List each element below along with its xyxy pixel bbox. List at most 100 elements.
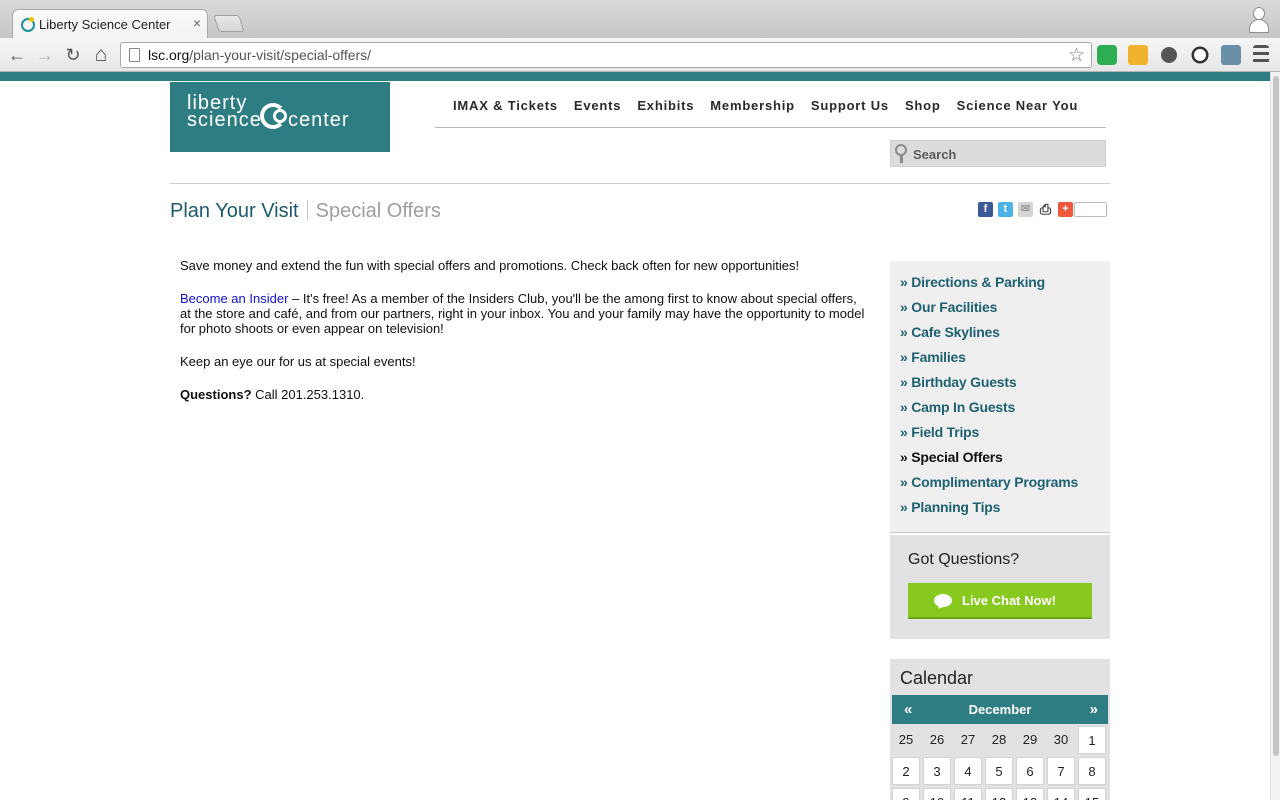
- page-scrollbar[interactable]: [1270, 72, 1280, 800]
- nav-shop[interactable]: Shop: [905, 98, 941, 113]
- forward-button[interactable]: →: [34, 44, 56, 66]
- calendar-day[interactable]: 14: [1047, 788, 1075, 800]
- addthis-share-icon[interactable]: +: [1058, 202, 1073, 217]
- chat-bubble-icon: [934, 594, 952, 607]
- url-host: lsc.org: [148, 47, 190, 63]
- page-icon: [129, 48, 140, 62]
- site-logo[interactable]: liberty science center: [170, 82, 390, 152]
- new-tab-button[interactable]: [213, 15, 245, 32]
- extension-green-icon[interactable]: [1097, 45, 1117, 65]
- url-path: /plan-your-visit/special-offers/: [189, 47, 372, 63]
- sidebar-item-birthday-guests[interactable]: » Birthday Guests: [900, 373, 1110, 398]
- calendar-widget: Calendar « December » 25 26 27 28 29 30 1 2 3 4 5 6…: [890, 659, 1110, 800]
- browser-tab[interactable]: Liberty Science Center ×: [12, 9, 208, 39]
- nav-science-near-you[interactable]: Science Near You: [957, 98, 1078, 113]
- home-button[interactable]: ⌂: [90, 44, 112, 66]
- twitter-share-icon[interactable]: t: [998, 202, 1013, 217]
- reload-button[interactable]: ↻: [62, 44, 84, 66]
- sidebar-item-directions-parking[interactable]: » Directions & Parking: [900, 273, 1110, 298]
- calendar-day[interactable]: 28: [985, 726, 1013, 754]
- breadcrumb-section-link[interactable]: Plan Your Visit: [170, 200, 299, 222]
- extension-circle-icon[interactable]: [1191, 46, 1209, 64]
- sidebar-item-families[interactable]: » Families: [900, 348, 1110, 373]
- facebook-share-icon[interactable]: f: [978, 202, 993, 217]
- logo-word-science: science: [187, 109, 262, 131]
- tab-title: Liberty Science Center: [39, 17, 171, 32]
- calendar-day[interactable]: 27: [954, 726, 982, 754]
- url-text: lsc.org/plan-your-visit/special-offers/: [148, 47, 371, 63]
- logo-inner-ring-icon: [273, 109, 287, 123]
- calendar-day[interactable]: 25: [892, 726, 920, 754]
- search-box: [890, 140, 1106, 167]
- calendar-day[interactable]: 12: [985, 788, 1013, 800]
- intro-paragraph: Save money and extend the fun with speci…: [180, 258, 800, 273]
- back-button[interactable]: ←: [6, 44, 28, 66]
- scrollbar-thumb[interactable]: [1273, 76, 1279, 756]
- email-share-icon[interactable]: ✉: [1018, 202, 1033, 217]
- sidebar-item-planning-tips[interactable]: » Planning Tips: [900, 498, 1110, 523]
- calendar-day[interactable]: 4: [954, 757, 982, 785]
- sidebar-item-camp-in-guests[interactable]: » Camp In Guests: [900, 398, 1110, 423]
- breadcrumb-separator: [306, 200, 308, 220]
- calendar-next-button[interactable]: »: [1090, 701, 1098, 718]
- browser-toolbar: ← → ↻ ⌂ lsc.org/plan-your-visit/special-…: [0, 38, 1280, 72]
- share-count: [1074, 202, 1107, 217]
- sidebar-nav: » Directions & Parking » Our Facilities …: [890, 261, 1110, 533]
- nav-divider: [435, 127, 1106, 128]
- nav-exhibits[interactable]: Exhibits: [637, 98, 694, 113]
- live-chat-button[interactable]: Live Chat Now!: [908, 583, 1092, 619]
- calendar-day[interactable]: 15: [1078, 788, 1106, 800]
- site-top-bar: [0, 72, 1280, 81]
- calendar-day[interactable]: 9: [892, 788, 920, 800]
- web-page: liberty science center IMAX & Tickets Eve…: [0, 81, 1270, 800]
- search-input[interactable]: [913, 143, 1099, 165]
- nav-support-us[interactable]: Support Us: [811, 98, 889, 113]
- extension-folder-icon[interactable]: [1128, 45, 1148, 65]
- extension-camera-icon[interactable]: [1221, 45, 1241, 65]
- sidebar-item-complimentary-programs[interactable]: » Complimentary Programs: [900, 473, 1110, 498]
- sidebar-item-field-trips[interactable]: » Field Trips: [900, 423, 1110, 448]
- search-icon[interactable]: [895, 144, 907, 163]
- calendar-day[interactable]: 26: [923, 726, 951, 754]
- chrome-menu-icon[interactable]: [1253, 45, 1269, 65]
- calendar-day[interactable]: 8: [1078, 757, 1106, 785]
- logo-word-center: center: [288, 109, 350, 131]
- calendar-day[interactable]: 5: [985, 757, 1013, 785]
- questions-label: Questions?: [180, 387, 252, 402]
- nav-membership[interactable]: Membership: [710, 98, 795, 113]
- calendar-day[interactable]: 1: [1078, 726, 1106, 754]
- questions-panel: Got Questions? Live Chat Now!: [890, 535, 1110, 639]
- calendar-day[interactable]: 6: [1016, 757, 1044, 785]
- sidebar-item-cafe-skylines[interactable]: » Cafe Skylines: [900, 323, 1110, 348]
- breadcrumb: Plan Your Visit Special Offers: [170, 200, 441, 223]
- become-insider-link[interactable]: Become an Insider: [180, 291, 288, 306]
- site-favicon-icon: [21, 17, 35, 32]
- calendar-day[interactable]: 2: [892, 757, 920, 785]
- calendar-day[interactable]: 11: [954, 788, 982, 800]
- nav-events[interactable]: Events: [574, 98, 621, 113]
- share-toolbar: f t ✉ ⎙ +: [978, 202, 1107, 220]
- page-title: Special Offers: [315, 200, 441, 222]
- profile-avatar-icon[interactable]: [1248, 5, 1270, 33]
- calendar-day[interactable]: 3: [923, 757, 951, 785]
- calendar-day[interactable]: 10: [923, 788, 951, 800]
- calendar-day[interactable]: 30: [1047, 726, 1075, 754]
- sidebar-item-our-facilities[interactable]: » Our Facilities: [900, 298, 1110, 323]
- print-icon[interactable]: ⎙: [1038, 202, 1053, 217]
- calendar-month: December: [968, 702, 1032, 717]
- bookmark-star-icon[interactable]: ☆: [1068, 44, 1085, 67]
- calendar-day[interactable]: 7: [1047, 757, 1075, 785]
- main-navigation: IMAX & Tickets Events Exhibits Membership Su…: [453, 97, 1078, 115]
- questions-paragraph: Questions? Call 201.253.1310.: [180, 387, 865, 402]
- address-bar[interactable]: lsc.org/plan-your-visit/special-offers/ …: [120, 42, 1092, 68]
- tab-close-icon[interactable]: ×: [193, 15, 201, 31]
- questions-title: Got Questions?: [908, 551, 1020, 568]
- extension-gear-icon[interactable]: [1161, 47, 1177, 63]
- browser-tab-strip: Liberty Science Center ×: [0, 0, 1280, 39]
- insider-paragraph: Become an Insider – It's free! As a memb…: [180, 291, 865, 336]
- sidebar-item-special-offers[interactable]: » Special Offers: [900, 448, 1110, 473]
- nav-imax-tickets[interactable]: IMAX & Tickets: [453, 98, 558, 113]
- questions-phone: Call 201.253.1310.: [251, 387, 365, 402]
- calendar-day[interactable]: 29: [1016, 726, 1044, 754]
- calendar-day[interactable]: 13: [1016, 788, 1044, 800]
